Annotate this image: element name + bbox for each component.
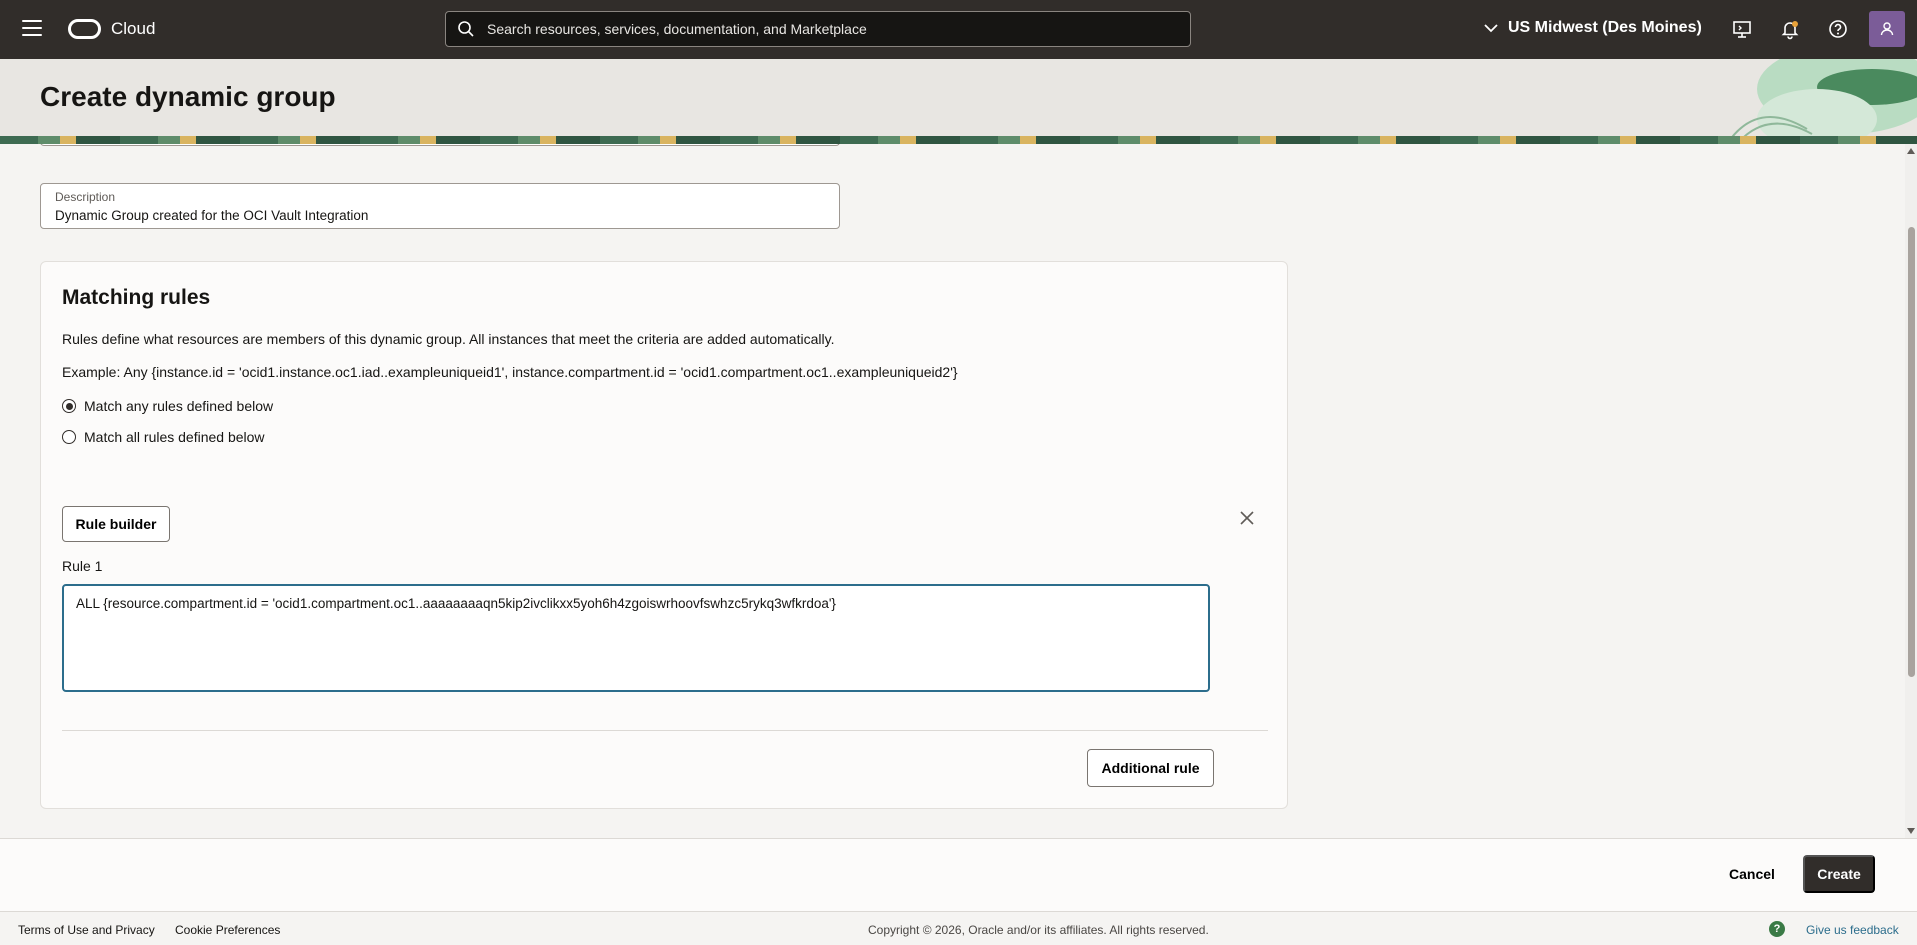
chevron-down-icon xyxy=(1484,23,1498,32)
name-field-partial[interactable] xyxy=(40,144,840,146)
matching-rules-title: Matching rules xyxy=(62,286,211,309)
radio-button-selected[interactable] xyxy=(62,399,76,413)
vertical-scrollbar[interactable] xyxy=(1905,144,1917,838)
feedback-link[interactable]: Give us feedback xyxy=(1806,923,1899,937)
cancel-button[interactable]: Cancel xyxy=(1713,855,1791,893)
radio-match-any[interactable]: Match any rules defined below xyxy=(62,398,273,414)
help-icon[interactable] xyxy=(1827,18,1849,40)
close-icon[interactable] xyxy=(1236,507,1258,529)
cloud-shell-icon[interactable] xyxy=(1731,18,1753,40)
rule-builder-button[interactable]: Rule builder xyxy=(62,506,170,542)
region-label: US Midwest (Des Moines) xyxy=(1508,19,1702,36)
search-input[interactable] xyxy=(487,21,1167,37)
terms-link[interactable]: Terms of Use and Privacy xyxy=(18,923,155,937)
cookie-preferences-link[interactable]: Cookie Preferences xyxy=(175,923,280,937)
brand-name[interactable]: Cloud xyxy=(111,19,155,39)
radio-match-all-label: Match all rules defined below xyxy=(84,429,265,445)
description-field[interactable]: Description Dynamic Group created for th… xyxy=(40,183,840,229)
radio-match-any-label: Match any rules defined below xyxy=(84,398,274,414)
matching-rules-card: Matching rules Rules define what resourc… xyxy=(40,261,1288,809)
create-button[interactable]: Create xyxy=(1803,855,1875,893)
feedback-help-icon[interactable]: ? xyxy=(1769,921,1785,937)
form-scroll-area: Description Dynamic Group created for th… xyxy=(0,144,1905,838)
page-header-banner: Create dynamic group xyxy=(0,59,1917,144)
description-label: Description xyxy=(55,190,116,204)
scroll-up-arrow-icon[interactable] xyxy=(1907,148,1915,154)
additional-rule-button[interactable]: Additional rule xyxy=(1087,749,1214,787)
rule-1-textarea[interactable]: ALL {resource.compartment.id = 'ocid1.co… xyxy=(62,584,1210,692)
page-footer: Terms of Use and Privacy Cookie Preferen… xyxy=(0,911,1917,945)
top-navigation-bar: Cloud US Midwest (Des Moines) xyxy=(0,0,1917,59)
rule-1-label: Rule 1 xyxy=(62,558,103,574)
scroll-down-arrow-icon[interactable] xyxy=(1907,828,1915,834)
divider xyxy=(62,730,1268,731)
copyright-text: Copyright © 2026, Oracle and/or its affi… xyxy=(868,923,1209,937)
matching-rules-example: Example: Any {instance.id = 'ocid1.insta… xyxy=(62,364,958,380)
decorative-leaf-art xyxy=(1726,59,1917,144)
oracle-logo[interactable] xyxy=(68,19,101,39)
search-bar[interactable] xyxy=(445,11,1191,47)
matching-rules-description: Rules define what resources are members … xyxy=(62,331,835,347)
form-action-bar: Cancel Create xyxy=(0,838,1917,911)
user-icon xyxy=(1880,22,1894,36)
notifications-bell-icon[interactable] xyxy=(1779,18,1801,40)
scrollbar-thumb[interactable] xyxy=(1908,227,1915,677)
region-selector[interactable]: US Midwest (Des Moines) xyxy=(1484,19,1702,37)
radio-button[interactable] xyxy=(62,430,76,444)
description-value[interactable]: Dynamic Group created for the OCI Vault … xyxy=(55,208,368,223)
decorative-banner-strip xyxy=(0,136,1917,144)
page-title: Create dynamic group xyxy=(40,81,336,112)
radio-match-all[interactable]: Match all rules defined below xyxy=(62,429,265,445)
menu-icon[interactable] xyxy=(22,20,42,36)
user-profile-avatar[interactable] xyxy=(1869,11,1905,47)
search-icon xyxy=(458,21,474,37)
